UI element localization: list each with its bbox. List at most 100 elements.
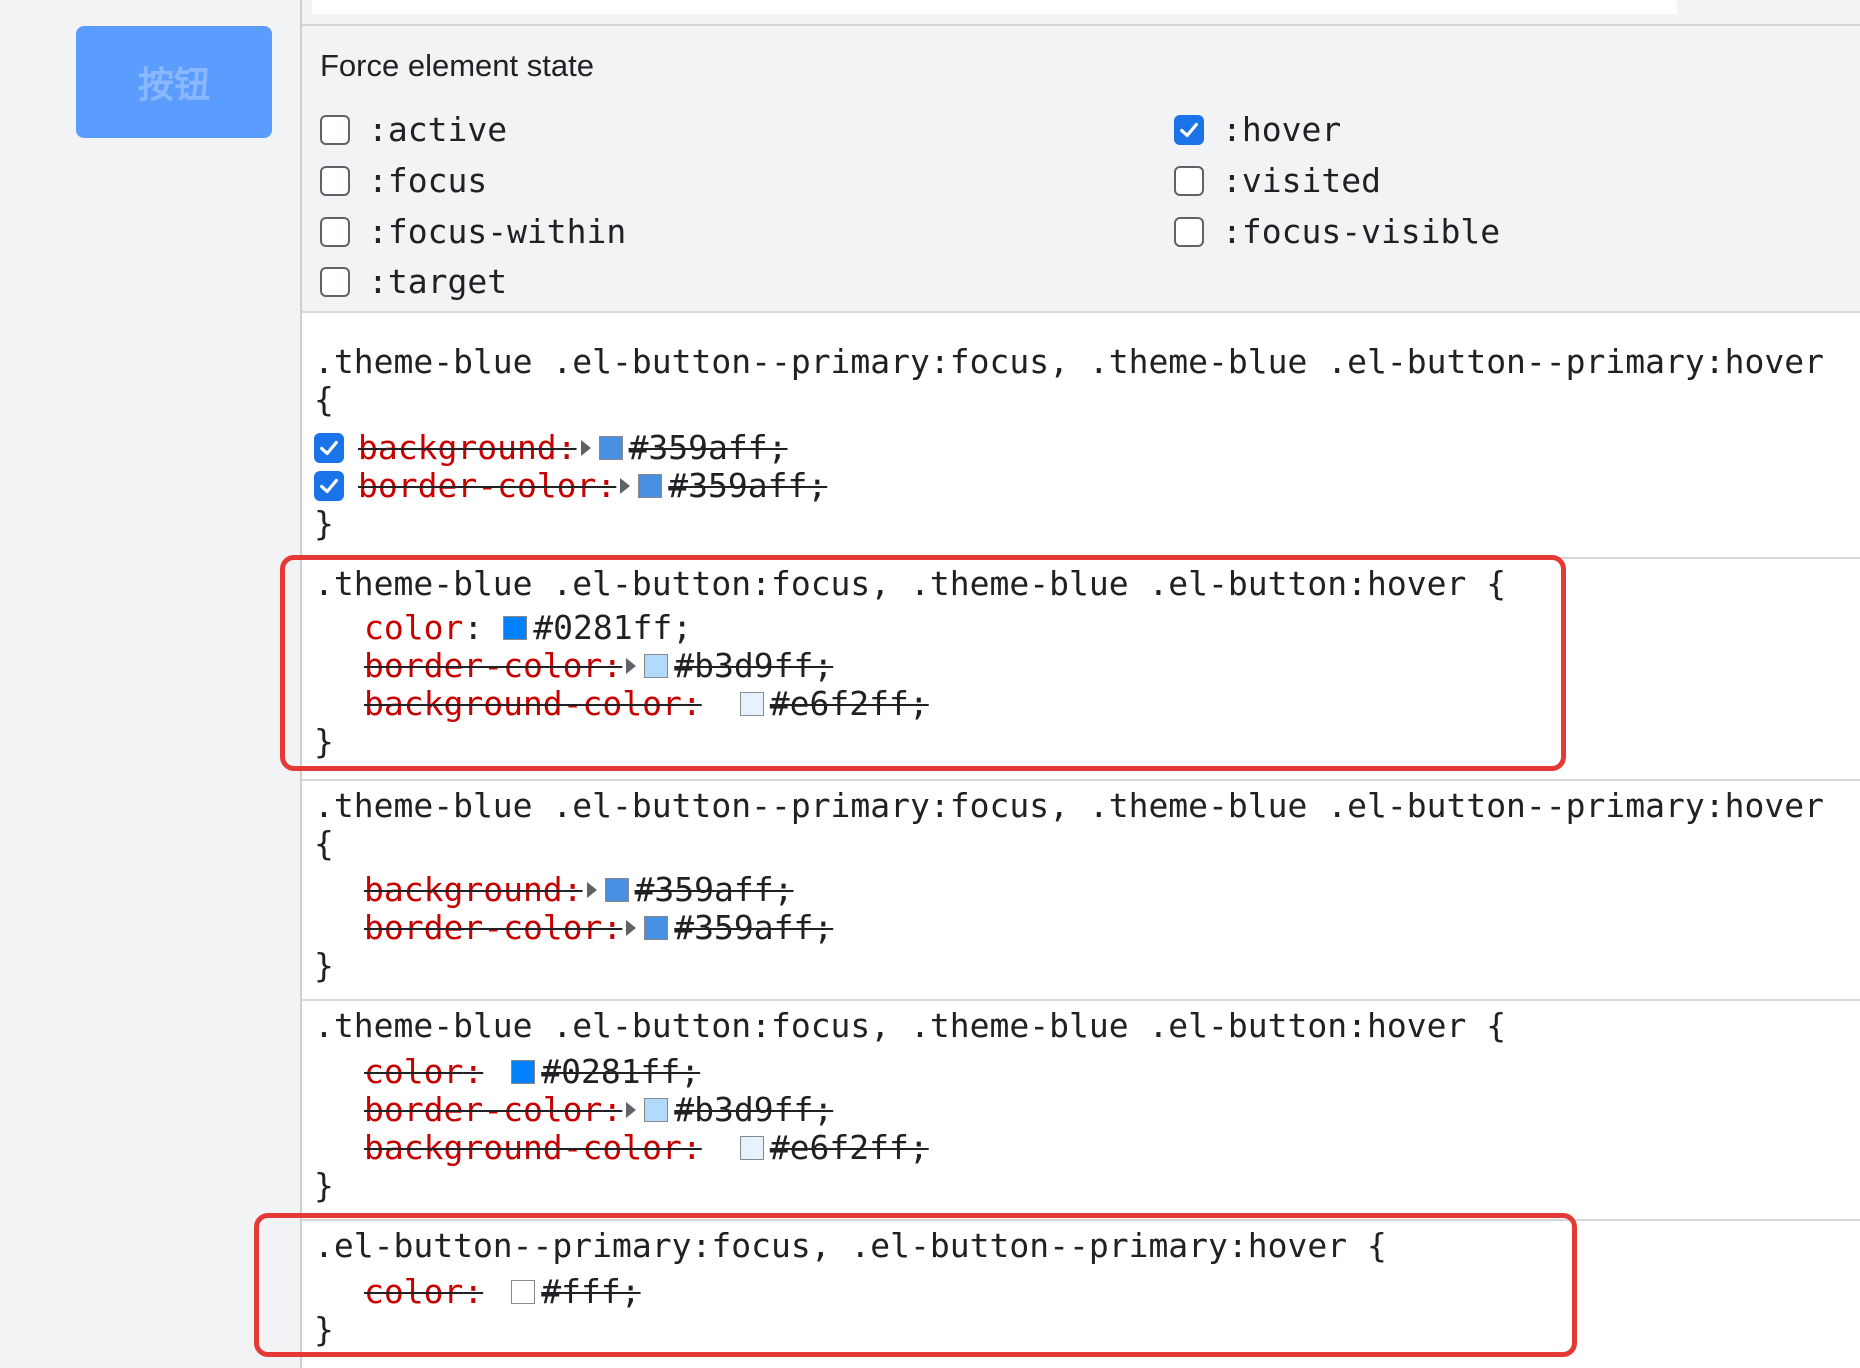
focus-checkbox[interactable] xyxy=(320,165,350,196)
visited-checkbox[interactable] xyxy=(1174,165,1204,196)
colon: : xyxy=(562,870,583,909)
divider xyxy=(302,779,1860,781)
checkmark-icon xyxy=(320,478,338,494)
checkmark-icon xyxy=(1180,122,1198,137)
state-focus-within[interactable]: :focus-within xyxy=(320,212,626,251)
rule-1-close-brace: } xyxy=(314,504,334,543)
active-checkbox[interactable] xyxy=(320,114,350,145)
color-swatch[interactable] xyxy=(644,916,669,940)
state-focus-visible[interactable]: :focus-visible xyxy=(1174,212,1500,251)
property-name[interactable]: border-color xyxy=(364,647,602,685)
color-swatch[interactable] xyxy=(511,1060,536,1084)
color-swatch[interactable] xyxy=(638,474,663,498)
color-swatch[interactable] xyxy=(598,436,623,460)
color-swatch[interactable] xyxy=(503,616,528,640)
property-name[interactable]: background xyxy=(364,871,563,909)
hover-checkbox[interactable] xyxy=(1174,114,1204,145)
focus-within-checkbox[interactable] xyxy=(320,216,350,247)
filter-bar[interactable] xyxy=(312,0,1677,14)
expand-arrow-icon[interactable] xyxy=(620,478,631,494)
property-value[interactable]: #e6f2ff; xyxy=(770,685,929,723)
state-visited[interactable]: :visited xyxy=(1174,161,1381,200)
styles-panel: Force element state :active :focus :focu… xyxy=(254,0,1860,1368)
rule-2-decl-background-color[interactable]: background-color: #e6f2ff; xyxy=(364,685,929,723)
demo-button[interactable]: 按钮 xyxy=(76,26,272,138)
property-value[interactable]: #fff; xyxy=(541,1273,640,1311)
styles-rules: .theme-blue .el-button--primary:focus, .… xyxy=(302,311,1860,1368)
rule-3-selector[interactable]: .theme-blue .el-button--primary:focus, .… xyxy=(314,787,1824,825)
divider xyxy=(302,311,1860,313)
color-swatch[interactable] xyxy=(644,1098,669,1122)
color-swatch[interactable] xyxy=(739,692,764,716)
rule-4-close-brace: } xyxy=(314,1166,334,1205)
rule-3-close-brace: } xyxy=(314,946,334,985)
color-swatch[interactable] xyxy=(644,654,669,678)
colon: : xyxy=(463,608,484,647)
target-checkbox[interactable] xyxy=(320,266,350,297)
property-value[interactable]: #359aff; xyxy=(668,467,827,505)
colon: : xyxy=(681,1128,702,1167)
rule-5-selector[interactable]: .el-button--primary:focus, .el-button--p… xyxy=(314,1227,1387,1265)
state-hover[interactable]: :hover xyxy=(1174,110,1341,149)
divider xyxy=(302,999,1860,1001)
rule-3-decl-background[interactable]: background: #359aff; xyxy=(364,871,794,909)
expand-arrow-icon[interactable] xyxy=(626,658,637,674)
rule-1-decl-background[interactable]: background: #359aff; xyxy=(314,429,788,467)
rule-3-decl-border-color[interactable]: border-color: #359aff; xyxy=(364,909,833,947)
property-name[interactable]: color xyxy=(364,1053,463,1091)
color-swatch[interactable] xyxy=(604,878,629,902)
property-name[interactable]: color xyxy=(364,609,463,647)
property-name[interactable]: background xyxy=(358,429,557,467)
rule-4-decl-color[interactable]: color: #0281ff; xyxy=(364,1053,700,1091)
decl-checkbox[interactable] xyxy=(314,433,344,463)
property-value[interactable]: #b3d9ff; xyxy=(674,1091,833,1129)
rule-2-decl-color[interactable]: color: #0281ff; xyxy=(364,609,692,647)
color-swatch[interactable] xyxy=(739,1136,764,1160)
decl-checkbox[interactable] xyxy=(314,471,344,501)
rule-4-decl-border-color[interactable]: border-color: #b3d9ff; xyxy=(364,1091,833,1129)
property-value[interactable]: #b3d9ff; xyxy=(674,647,833,685)
focus-visible-checkbox[interactable] xyxy=(1174,216,1204,247)
force-state-title: Force element state xyxy=(320,48,594,83)
property-value[interactable]: #359aff; xyxy=(629,429,788,467)
colon: : xyxy=(602,1090,623,1129)
state-target[interactable]: :target xyxy=(320,262,507,301)
rule-2-decl-border-color[interactable]: border-color: #b3d9ff; xyxy=(364,647,833,685)
rule-5-decl-color[interactable]: color: #fff; xyxy=(364,1273,641,1311)
rule-5-close-brace: } xyxy=(314,1310,334,1349)
property-name[interactable]: background-color xyxy=(364,1129,682,1167)
property-value[interactable]: #0281ff; xyxy=(533,609,692,647)
property-value[interactable]: #359aff; xyxy=(674,909,833,947)
rule-1-decl-border-color[interactable]: border-color: #359aff; xyxy=(314,467,827,505)
colon: : xyxy=(602,646,623,685)
expand-arrow-icon[interactable] xyxy=(586,882,597,898)
colon: : xyxy=(681,684,702,723)
property-name[interactable]: border-color xyxy=(358,467,596,505)
state-active[interactable]: :active xyxy=(320,110,507,149)
divider xyxy=(302,1219,1860,1221)
property-name[interactable]: border-color xyxy=(364,1091,602,1129)
property-value[interactable]: #e6f2ff; xyxy=(770,1129,929,1167)
rule-4-selector[interactable]: .theme-blue .el-button:focus, .theme-blu… xyxy=(314,1007,1506,1045)
colon: : xyxy=(596,466,617,505)
rule-1-open-brace: { xyxy=(314,380,334,419)
property-name[interactable]: color xyxy=(364,1273,463,1311)
expand-arrow-icon[interactable] xyxy=(626,920,637,936)
page-preview-pane: 按钮 xyxy=(0,0,302,1368)
rule-4-decl-background-color[interactable]: background-color: #e6f2ff; xyxy=(364,1129,929,1167)
divider xyxy=(302,24,1860,26)
checkmark-icon xyxy=(320,440,338,456)
state-focus[interactable]: :focus xyxy=(320,161,487,200)
rule-2-close-brace: } xyxy=(314,722,334,761)
property-name[interactable]: background-color xyxy=(364,685,682,723)
rule-1-selector[interactable]: .theme-blue .el-button--primary:focus, .… xyxy=(314,343,1824,381)
rule-2-selector[interactable]: .theme-blue .el-button:focus, .theme-blu… xyxy=(314,565,1506,603)
property-name[interactable]: border-color xyxy=(364,909,602,947)
property-value[interactable]: #359aff; xyxy=(635,871,794,909)
color-swatch[interactable] xyxy=(511,1280,536,1304)
expand-arrow-icon[interactable] xyxy=(626,1102,637,1118)
divider xyxy=(302,557,1860,559)
colon: : xyxy=(602,908,623,947)
expand-arrow-icon[interactable] xyxy=(580,440,591,456)
property-value[interactable]: #0281ff; xyxy=(541,1053,700,1091)
